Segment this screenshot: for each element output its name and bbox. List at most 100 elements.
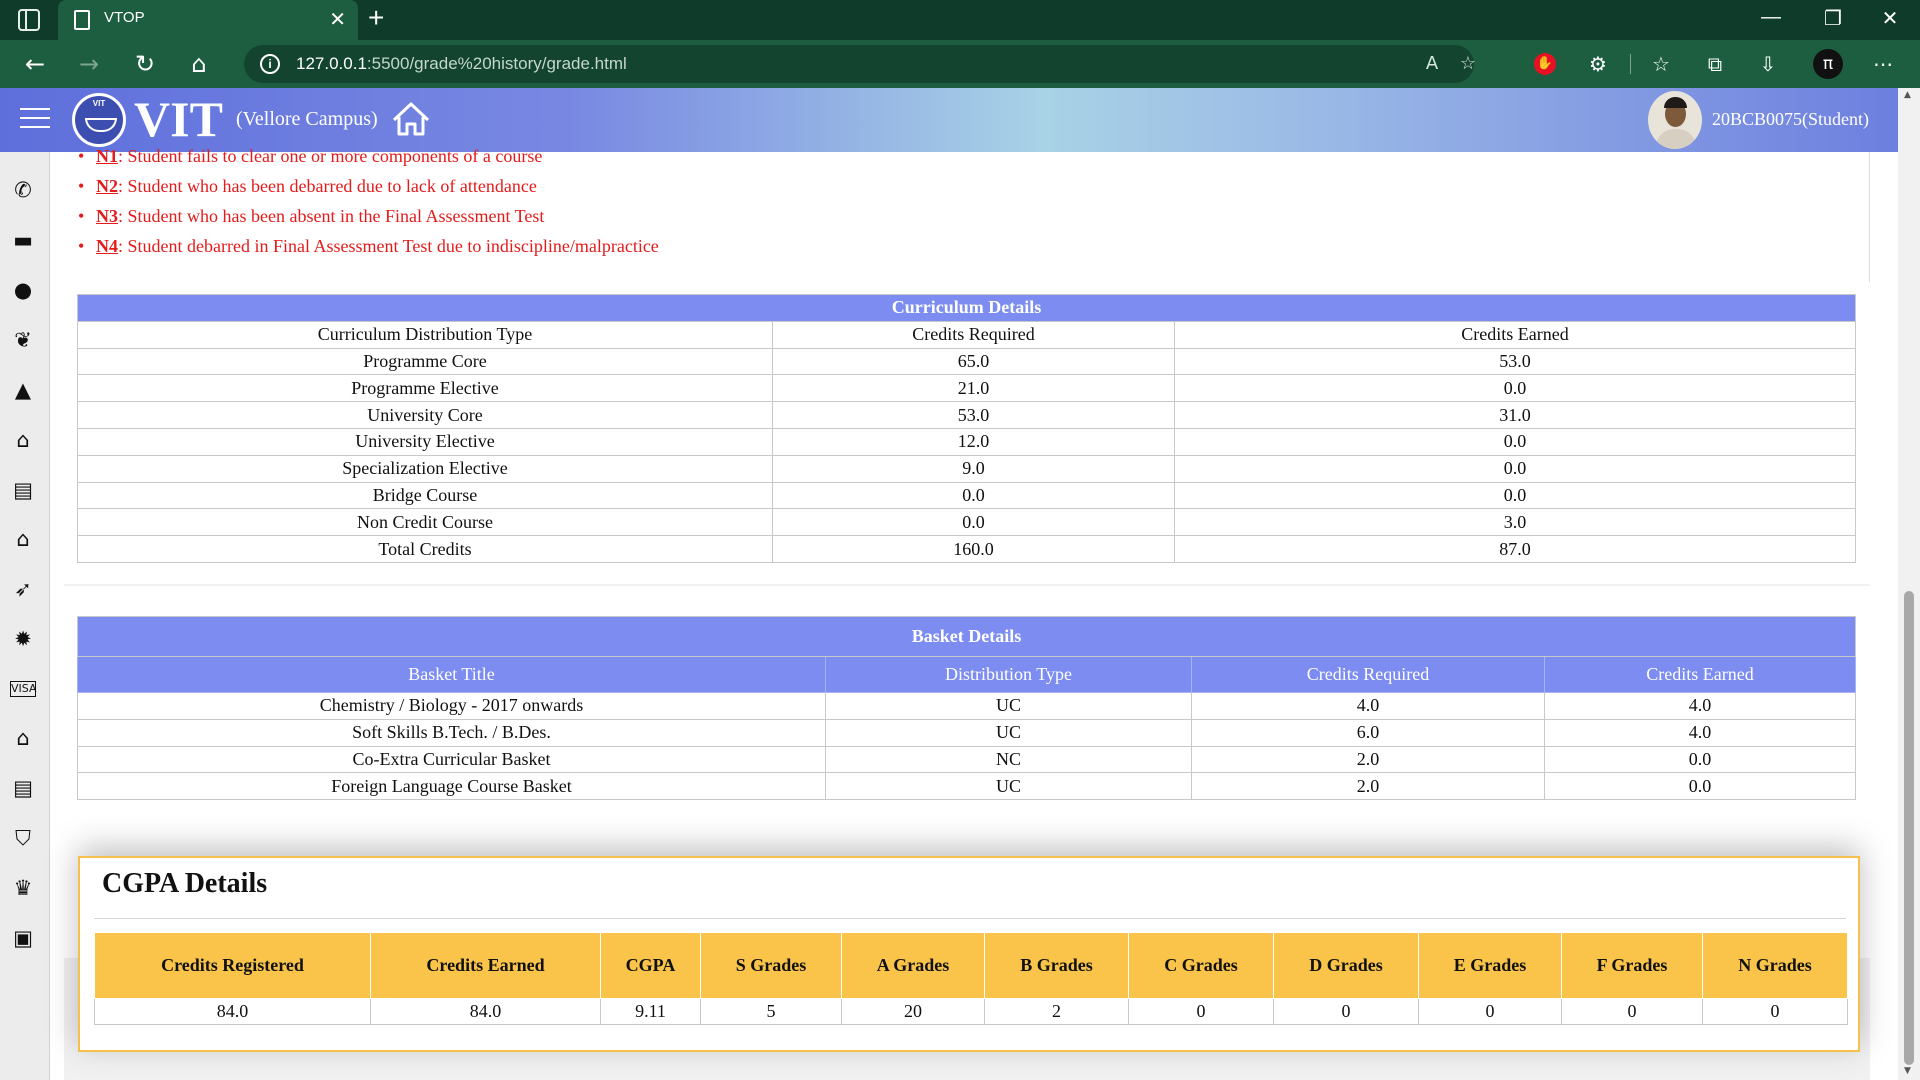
cell: 6.0 [1191, 718, 1545, 747]
column-header: Credits Earned [370, 932, 601, 999]
cell: 65.0 [772, 347, 1175, 376]
forward-icon[interactable]: → [72, 47, 106, 81]
close-tab-icon[interactable]: ✕ [329, 7, 346, 32]
extension-red-icon[interactable]: ✋ [1534, 53, 1556, 75]
cell: 0 [1561, 998, 1703, 1025]
column-header: N Grades [1702, 932, 1848, 999]
cell: 87.0 [1174, 535, 1856, 563]
extensions-icon[interactable]: ⚙ [1583, 49, 1613, 79]
browser-tab[interactable]: VTOP ✕ [58, 0, 358, 40]
cell: 3.0 [1174, 508, 1856, 537]
cell: Foreign Language Course Basket [77, 772, 826, 801]
cell: University Core [77, 401, 773, 429]
minimize-icon[interactable]: — [1756, 6, 1786, 29]
cell: 2 [984, 998, 1129, 1025]
note-code[interactable]: N3 [96, 206, 118, 226]
back-icon[interactable]: ← [18, 47, 52, 81]
add-favorite-icon[interactable]: ☆ [1454, 50, 1482, 78]
rocket-icon[interactable]: ➶ [10, 576, 36, 602]
cell: 53.0 [772, 401, 1175, 429]
cgpa-title: CGPA Details [102, 868, 268, 899]
column-header: Credits Required [1191, 656, 1545, 693]
info-icon[interactable]: ● [10, 277, 36, 303]
cell: 84.0 [94, 998, 371, 1025]
table-row: Programme Elective 21.0 0.0 [77, 374, 1856, 403]
book-icon[interactable]: ▤ [10, 477, 36, 503]
briefcase-icon[interactable]: ▬ [10, 227, 36, 253]
cell: UC [825, 692, 1192, 720]
bank-icon[interactable]: ⌂ [10, 427, 36, 453]
url-text[interactable]: 127.0.0.1:5500/grade%20history/grade.htm… [296, 54, 627, 74]
scroll-up-icon[interactable]: ▲ [1904, 90, 1911, 100]
table-row: University Core 53.0 31.0 [77, 401, 1856, 429]
cell: 53.0 [1174, 347, 1856, 376]
read-aloud-icon[interactable]: A [1418, 50, 1446, 78]
table-row: University Elective 12.0 0.0 [77, 427, 1856, 456]
url-field[interactable]: i 127.0.0.1:5500/grade%20history/grade.h… [244, 45, 1476, 83]
favorites-icon[interactable]: ☆ [1646, 49, 1676, 79]
visa-card-icon[interactable]: VISA [10, 681, 36, 697]
url-path: :5500/grade%20history/grade.html [366, 54, 627, 73]
column-header: CGPA [600, 932, 701, 999]
lock-icon[interactable]: ▣ [10, 925, 36, 951]
trophy-icon[interactable]: ♛ [10, 875, 36, 901]
cell: Specialization Elective [77, 454, 773, 483]
column-header: Credits Earned [1544, 656, 1856, 693]
graduation-cap-icon[interactable]: ▲ [10, 377, 36, 403]
new-tab-button[interactable]: + [368, 2, 384, 34]
cell: 2.0 [1191, 772, 1545, 801]
cell: UC [825, 718, 1192, 747]
table-row: Foreign Language Course Basket UC 2.0 0.0 [77, 772, 1856, 801]
cell: NC [825, 745, 1192, 774]
note-text: : Student debarred in Final Assessment T… [118, 236, 659, 256]
table-row: 84.0 84.0 9.11 5 20 2 0 0 0 0 0 [94, 998, 1848, 1025]
cell: 0.0 [1544, 745, 1856, 774]
pi-extension-icon[interactable]: π [1813, 49, 1843, 79]
shield-icon[interactable]: ⛉ [10, 825, 36, 851]
cell: 0.0 [772, 508, 1175, 537]
tab-title: VTOP [104, 9, 145, 26]
scroll-down-icon[interactable]: ▼ [1904, 1066, 1911, 1076]
downloads-icon[interactable]: ⇩ [1753, 49, 1783, 79]
menu-icon[interactable] [20, 108, 50, 130]
page-icon [74, 10, 90, 30]
user-id[interactable]: 20BCB0075(Student) [1712, 109, 1869, 130]
site-info-icon[interactable]: i [260, 54, 280, 74]
cell: University Elective [77, 427, 773, 456]
note-code[interactable]: N2 [96, 176, 118, 196]
restore-icon[interactable]: ❐ [1818, 6, 1848, 31]
phone-icon[interactable]: ✆ [10, 177, 36, 203]
collections-icon[interactable]: ⧉ [1700, 49, 1730, 79]
home-icon[interactable] [390, 98, 432, 140]
avatar[interactable] [1648, 91, 1702, 149]
tab-actions-icon[interactable] [18, 9, 40, 31]
grade-notes-list: N1: Student fails to clear one or more c… [78, 146, 659, 266]
paw-icon[interactable]: ❦ [10, 327, 36, 353]
home-icon[interactable]: ⌂ [182, 47, 216, 81]
table-row: Chemistry / Biology - 2017 onwards UC 4.0 4… [77, 692, 1856, 720]
home-icon[interactable]: ⌂ [10, 725, 36, 751]
note-code[interactable]: N1 [96, 146, 118, 166]
basket-title: Basket Details [77, 616, 1856, 657]
scroll-thumb[interactable] [1904, 591, 1914, 1065]
note-item: N3: Student who has been absent in the F… [78, 206, 659, 236]
more-menu-icon[interactable]: ⋯ [1868, 49, 1898, 79]
cell: 20 [841, 998, 985, 1025]
bank-icon[interactable]: ⌂ [10, 526, 36, 552]
site-title[interactable]: VIT [134, 90, 223, 148]
cell: Non Credit Course [77, 508, 773, 537]
note-code[interactable]: N4 [96, 236, 118, 256]
table-row: Co-Extra Curricular Basket NC 2.0 0.0 [77, 745, 1856, 774]
book-icon[interactable]: ▤ [10, 775, 36, 801]
cell: 4.0 [1191, 692, 1545, 720]
address-bar: ← → ↻ ⌂ i 127.0.0.1:5500/grade%20history… [0, 40, 1920, 88]
column-header: S Grades [700, 932, 842, 999]
app-header: VIT VIT (Vellore Campus) 20BCB0075(Stude… [0, 88, 1898, 152]
gear-icon[interactable]: ✹ [10, 626, 36, 652]
refresh-icon[interactable]: ↻ [128, 47, 162, 81]
column-header: Curriculum Distribution Type [77, 320, 773, 349]
table-row: Programme Core 65.0 53.0 [77, 347, 1856, 376]
page-scrollbar[interactable]: ▲ ▼ [1898, 88, 1920, 1080]
window-close-icon[interactable]: ✕ [1875, 6, 1905, 31]
cell: 4.0 [1544, 718, 1856, 747]
